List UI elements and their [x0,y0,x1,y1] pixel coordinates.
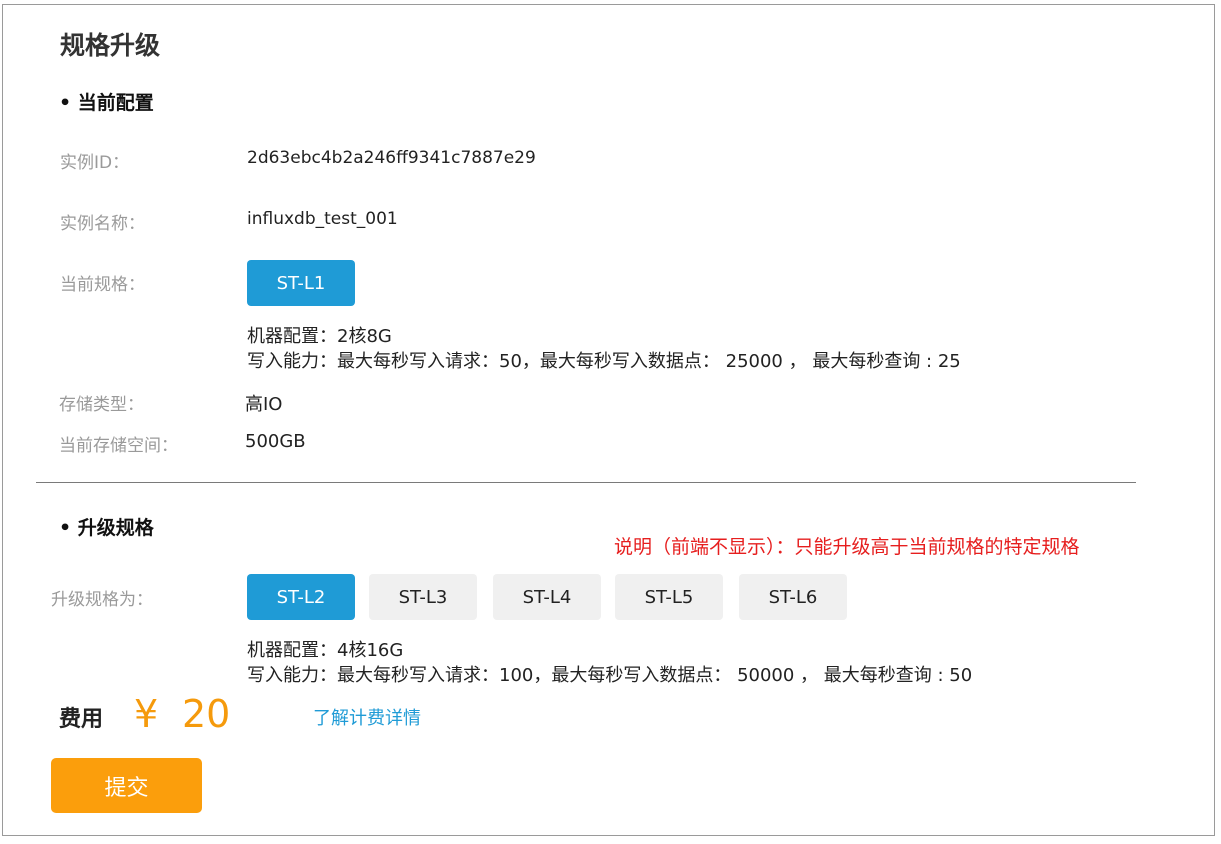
current-machine-config: 机器配置：2核8G [247,326,392,347]
instance-name-value: influxdb_test_001 [247,209,398,229]
storage-type-label: 存储类型： [59,395,144,415]
billing-details-link[interactable]: 了解计费详情 [313,704,421,730]
instance-id-value: 2d63ebc4b2a246ff9341c7887e29 [247,148,536,168]
fee-label: 费用 [59,707,104,732]
submit-button[interactable]: 提交 [51,758,202,813]
page-title: 规格升级 [60,31,161,60]
storage-space-value: 500GB [245,431,306,452]
upgrade-write-capacity: 写入能力：最大每秒写入请求：100，最大每秒写入数据点： 50000 ， 最大每… [247,665,973,686]
current-config-heading: • 当前配置 [59,92,154,114]
instance-id-label: 实例ID： [60,153,130,173]
upgrade-machine-config: 机器配置：4核16G [247,640,404,661]
upgrade-spec-options: ST-L2 ST-L3 ST-L4 ST-L5 ST-L6 [247,574,847,620]
spec-option-st-l5[interactable]: ST-L5 [615,574,723,620]
storage-space-label: 当前存储空间： [59,436,178,456]
upgrade-spec-heading: • 升级规格 [59,517,154,539]
instance-name-label: 实例名称： [60,214,145,234]
current-spec-badge: ST-L1 [247,260,355,306]
spec-option-st-l3[interactable]: ST-L3 [369,574,477,620]
current-spec-label: 当前规格： [60,275,145,295]
spec-option-st-l4[interactable]: ST-L4 [493,574,601,620]
current-write-capacity: 写入能力：最大每秒写入请求：50，最大每秒写入数据点： 25000 ， 最大每秒… [247,351,961,372]
spec-option-st-l6[interactable]: ST-L6 [739,574,847,620]
storage-type-value: 高IO [245,394,283,415]
section-divider [36,482,1136,483]
fee-currency: ¥ [134,692,159,736]
fee-amount: 20 [182,692,231,736]
upgrade-spec-label: 升级规格为： [51,590,153,610]
upgrade-note: 说明（前端不显示）：只能升级高于当前规格的特定规格 [614,536,1080,558]
spec-option-st-l2[interactable]: ST-L2 [247,574,355,620]
current-spec-group: ST-L1 [247,260,355,306]
